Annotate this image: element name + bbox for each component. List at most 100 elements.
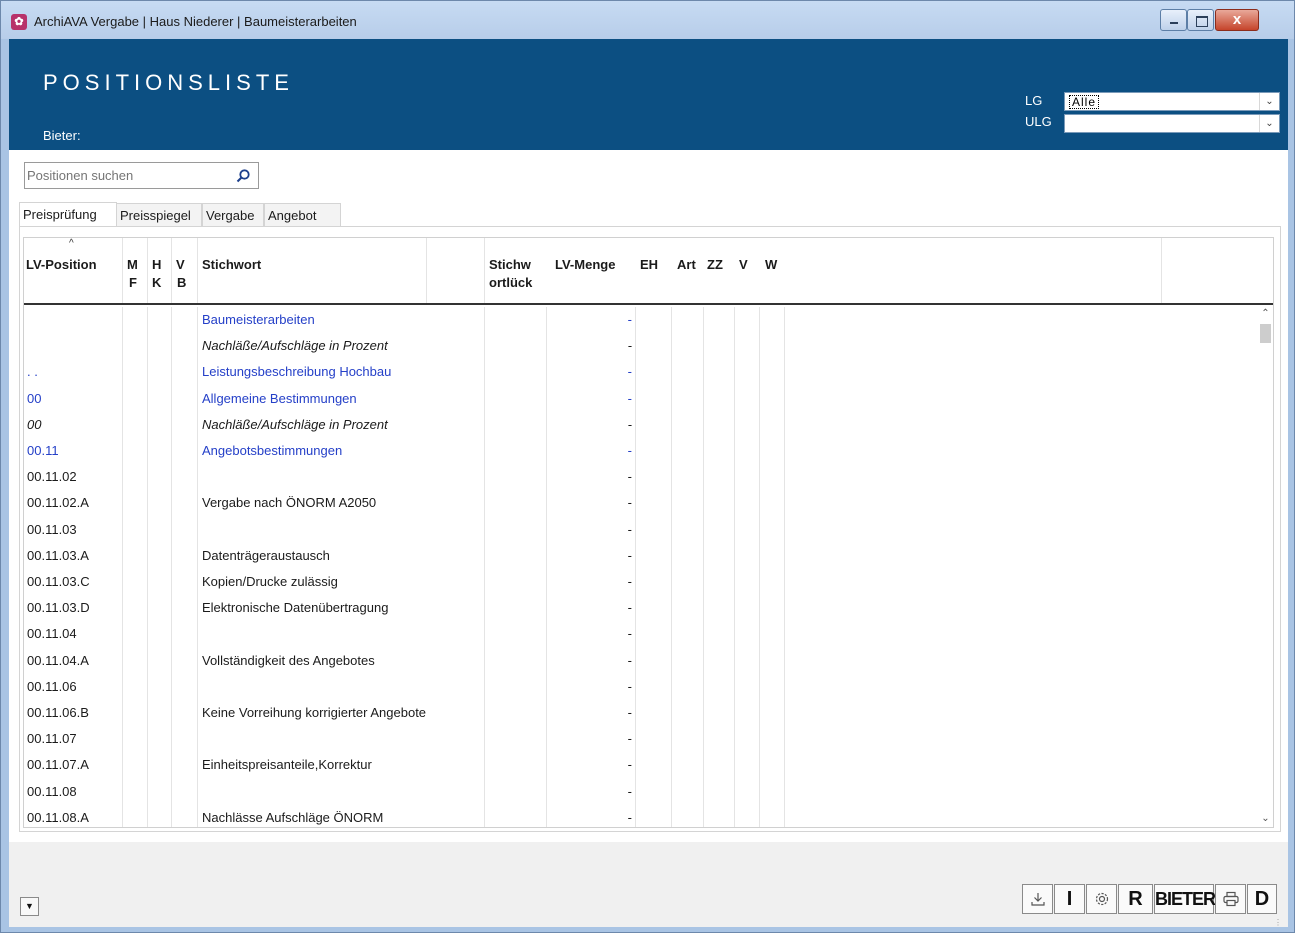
cell-lv-menge: - — [627, 364, 632, 380]
cell-stichwort: Datenträgeraustausch — [202, 547, 330, 563]
table-row[interactable]: 00.11.02 - — [24, 464, 1259, 490]
table-row[interactable]: 00.11.03.C Kopien/Drucke zulässig - — [24, 569, 1259, 595]
positions-grid[interactable]: ^ LV-Position M F H K V B Stichwort Stic… — [23, 237, 1274, 828]
cell-lv-menge: - — [627, 390, 632, 406]
cell-stichwort: Elektronische Datenübertragung — [202, 600, 389, 616]
col-stichwort[interactable]: Stichwort — [202, 256, 261, 274]
title-bar[interactable]: ✿ ArchiAVA Vergabe | Haus Niederer | Bau… — [1, 1, 1294, 39]
search-input[interactable] — [27, 168, 227, 183]
lg-select[interactable]: Alle ⌄ — [1064, 92, 1280, 111]
page-title: POSITIONSLISTE — [43, 70, 294, 95]
download-icon — [1030, 893, 1045, 906]
r-button[interactable]: R — [1118, 884, 1153, 914]
cell-lv-position: 00.11 — [27, 443, 59, 458]
close-icon: x — [1232, 11, 1242, 28]
table-row[interactable]: 00.11.06.B Keine Vorreihung korrigierter … — [24, 700, 1259, 726]
col-lv-menge[interactable]: LV-Menge — [555, 256, 615, 274]
cell-lv-position: 00.11.03 — [27, 521, 77, 537]
cell-stichwort: Einheitspreisanteile,Korrektur — [202, 757, 372, 773]
i-button[interactable]: I — [1054, 884, 1085, 914]
cell-lv-position: . . — [27, 364, 38, 380]
resize-grip-icon[interactable]: ⋮ — [1274, 918, 1284, 928]
table-row[interactable]: 00.11.07 - — [24, 726, 1259, 752]
col-stichwortlueck-bottom[interactable]: ortlück — [489, 274, 532, 292]
ulg-label: ULG — [1025, 114, 1052, 129]
minimize-button[interactable] — [1160, 9, 1187, 31]
table-row[interactable]: 00.11.03.A Datenträgeraustausch - — [24, 543, 1259, 569]
lg-label: LG — [1025, 93, 1043, 108]
expand-toggle-button[interactable]: ▼ — [20, 897, 39, 916]
app-window: ✿ ArchiAVA Vergabe | Haus Niederer | Bau… — [0, 0, 1295, 933]
scrollbar-thumb[interactable] — [1260, 324, 1271, 343]
cell-stichwort: Angebotsbestimmungen — [202, 443, 343, 458]
cell-lv-menge: - — [627, 469, 632, 485]
cell-lv-menge: - — [627, 416, 632, 432]
chevron-down-icon[interactable]: ⌄ — [1259, 93, 1279, 110]
table-row[interactable]: 00.11.06 - — [24, 674, 1259, 700]
table-row[interactable]: 00.11.08.A Nachlässe Aufschläge ÖNORM - — [24, 805, 1259, 827]
col-f[interactable]: F — [129, 274, 137, 292]
cell-lv-menge: - — [627, 783, 632, 799]
col-h[interactable]: H — [152, 256, 161, 274]
table-row[interactable]: 00.11 Angebotsbestimmungen - — [24, 438, 1259, 464]
cell-lv-menge: - — [627, 731, 632, 747]
col-k[interactable]: K — [152, 274, 161, 292]
cell-lv-menge: - — [627, 652, 632, 668]
ulg-select[interactable]: ⌄ — [1064, 114, 1280, 133]
col-w[interactable]: W — [765, 256, 777, 274]
cell-lv-menge: - — [627, 600, 632, 616]
table-row[interactable]: 00.11.04 - — [24, 621, 1259, 647]
table-row[interactable]: . . Leistungsbeschreibung Hochbau - — [24, 359, 1259, 385]
cell-lv-menge: - — [627, 809, 632, 825]
download-button[interactable] — [1022, 884, 1053, 914]
tab-vergabe[interactable]: Vergabe — [202, 203, 264, 227]
cell-lv-position: 00.11.03.C — [27, 574, 90, 589]
search-box[interactable] — [24, 162, 259, 189]
col-stichwortlueck-top[interactable]: Stichw — [489, 256, 531, 274]
maximize-button[interactable] — [1187, 9, 1214, 31]
table-row[interactable]: Baumeisterarbeiten - — [24, 307, 1259, 333]
d-button[interactable]: D — [1247, 884, 1277, 914]
col-b[interactable]: B — [177, 274, 186, 292]
sort-ascending-icon: ^ — [69, 238, 74, 249]
cell-lv-menge: - — [627, 495, 632, 511]
col-v-top[interactable]: V — [176, 256, 185, 274]
chevron-down-icon[interactable]: ⌄ — [1259, 115, 1279, 132]
tab-preisspiegel[interactable]: Preisspiegel — [116, 203, 202, 227]
cell-lv-menge: - — [627, 574, 632, 589]
col-m[interactable]: M — [127, 256, 138, 274]
cell-lv-position: 00 — [27, 390, 42, 406]
cell-lv-menge: - — [627, 521, 632, 537]
col-v[interactable]: V — [739, 256, 748, 274]
col-art[interactable]: Art — [677, 256, 696, 274]
table-row[interactable]: 00.11.02.A Vergabe nach ÖNORM A2050 - — [24, 490, 1259, 516]
search-icon[interactable] — [235, 168, 251, 184]
close-button[interactable]: x — [1215, 9, 1259, 31]
cell-lv-menge: - — [627, 705, 632, 720]
settings-button[interactable] — [1086, 884, 1117, 914]
vertical-scrollbar[interactable]: ⌃ ⌄ — [1257, 305, 1273, 827]
table-row[interactable]: 00.11.08 - — [24, 779, 1259, 805]
col-lv-position[interactable]: LV-Position — [26, 256, 97, 274]
table-row[interactable]: 00.11.03 - — [24, 517, 1259, 543]
bieter-button[interactable]: BIETER — [1154, 884, 1216, 914]
cell-stichwort: Vergabe nach ÖNORM A2050 — [202, 495, 377, 511]
col-eh[interactable]: EH — [640, 256, 658, 274]
tab-preispruefung[interactable]: Preisprüfung — [19, 202, 117, 227]
table-row[interactable]: 00.11.03.D Elektronische Datenübertragung… — [24, 595, 1259, 621]
archiava-app-icon: ✿ — [11, 14, 27, 30]
main-panel: Preisprüfung Preisspiegel Vergabe Angebo… — [9, 150, 1288, 842]
scroll-up-icon[interactable]: ⌃ — [1257, 305, 1273, 322]
tab-angebot[interactable]: Angebot — [264, 203, 341, 227]
table-row[interactable]: 00.11.04.A Vollständigkeit des Angebotes - — [24, 648, 1259, 674]
table-row[interactable]: Nachläße/Aufschläge in Prozent - — [24, 333, 1259, 359]
cell-lv-position: 00.11.06 — [27, 678, 77, 694]
scroll-down-icon[interactable]: ⌄ — [1257, 810, 1273, 827]
print-button[interactable] — [1215, 884, 1246, 914]
table-row[interactable]: 00.11.07.A Einheitspreisanteile,Korrektur… — [24, 752, 1259, 778]
lg-select-value: Alle — [1069, 95, 1100, 109]
table-row[interactable]: 00 Allgemeine Bestimmungen - — [24, 386, 1259, 412]
cell-stichwort: Kopien/Drucke zulässig — [202, 574, 338, 589]
table-row[interactable]: 00 Nachläße/Aufschläge in Prozent - — [24, 412, 1259, 438]
col-zz[interactable]: ZZ — [707, 256, 723, 274]
